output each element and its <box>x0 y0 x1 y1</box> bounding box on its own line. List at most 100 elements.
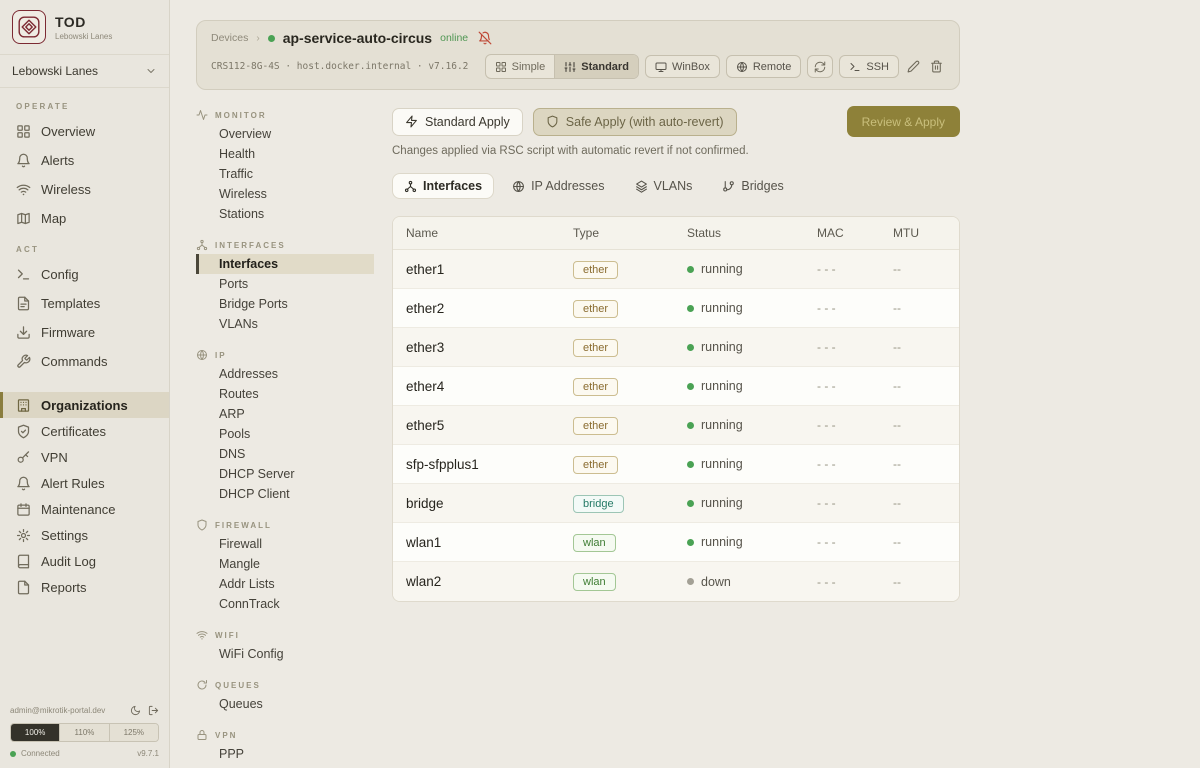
sidebar-item-alerts[interactable]: Alerts <box>0 146 169 175</box>
subnav-item-ports[interactable]: Ports <box>196 274 374 294</box>
sidebar-item-maintenance[interactable]: Maintenance <box>0 496 169 522</box>
wrench-icon <box>16 354 31 369</box>
subnav-item-conntrack[interactable]: ConnTrack <box>196 594 374 614</box>
table-row-ether2[interactable]: ether2etherrunning- - --- <box>393 289 959 328</box>
refresh-button[interactable] <box>807 55 833 78</box>
device-online-dot <box>268 35 275 42</box>
bell-off-icon <box>478 31 492 45</box>
sidebar-item-settings[interactable]: Settings <box>0 522 169 548</box>
ssh-button[interactable]: SSH <box>839 55 899 78</box>
table-row-bridge[interactable]: bridgebridgerunning- - --- <box>393 484 959 523</box>
zoom-option-110[interactable]: 110% <box>60 724 109 741</box>
subnav-item-bridge-ports[interactable]: Bridge Ports <box>196 294 374 314</box>
table-row-ether5[interactable]: ether5etherrunning- - --- <box>393 406 959 445</box>
subnav-item-ppp[interactable]: PPP <box>196 744 374 764</box>
table-row-wlan1[interactable]: wlan1wlanrunning- - --- <box>393 523 959 562</box>
tab-bridges[interactable]: Bridges <box>710 173 795 199</box>
book-icon <box>16 554 31 569</box>
interface-mtu: -- <box>893 340 959 354</box>
interface-mtu: -- <box>893 575 959 589</box>
sidebar-item-commands[interactable]: Commands <box>0 347 169 376</box>
table-row-ether4[interactable]: ether4etherrunning- - --- <box>393 367 959 406</box>
interface-mtu: -- <box>893 535 959 549</box>
edit-device-button[interactable] <box>905 58 922 75</box>
key-icon <box>16 450 31 465</box>
refresh-icon <box>814 61 826 73</box>
simple-view-button[interactable]: Simple <box>486 55 555 78</box>
notifications-muted-button[interactable] <box>478 31 492 45</box>
main-panel: Standard Apply Safe Apply (with auto-rev… <box>392 106 960 768</box>
interface-status-cell: running <box>687 379 817 393</box>
subnav-item-addresses[interactable]: Addresses <box>196 364 374 384</box>
sidebar-item-label: Maintenance <box>41 502 115 517</box>
subnav-item-arp[interactable]: ARP <box>196 404 374 424</box>
table-row-sfp-sfpplus1[interactable]: sfp-sfpplus1etherrunning- - --- <box>393 445 959 484</box>
zoom-option-125[interactable]: 125% <box>110 724 158 741</box>
winbox-button[interactable]: WinBox <box>645 55 720 78</box>
tab-interfaces[interactable]: Interfaces <box>392 173 494 199</box>
sidebar-item-certificates[interactable]: Certificates <box>0 418 169 444</box>
subnav-item-dhcp-client[interactable]: DHCP Client <box>196 484 374 504</box>
sidebar-item-label: Map <box>41 211 66 226</box>
subnav-item-mangle[interactable]: Mangle <box>196 554 374 574</box>
safe-apply-button[interactable]: Safe Apply (with auto-revert) <box>533 108 737 136</box>
subnav-item-wifi-config[interactable]: WiFi Config <box>196 644 374 664</box>
subnav-item-overview[interactable]: Overview <box>196 124 374 144</box>
sidebar-item-alert-rules[interactable]: Alert Rules <box>0 470 169 496</box>
subnav-item-routes[interactable]: Routes <box>196 384 374 404</box>
table-body: ether1etherrunning- - ---ether2etherrunn… <box>393 250 959 601</box>
sidebar-item-organizations[interactable]: Organizations <box>0 392 169 418</box>
subnav-section-label: FIREWALL <box>196 516 374 534</box>
tab-vlans[interactable]: VLANs <box>623 173 705 199</box>
sidebar-item-wireless[interactable]: Wireless <box>0 175 169 204</box>
subnav-item-addr-lists[interactable]: Addr Lists <box>196 574 374 594</box>
subnav-section-label: QUEUES <box>196 676 374 694</box>
subnav-item-wireless[interactable]: Wireless <box>196 184 374 204</box>
zoom-option-100[interactable]: 100% <box>11 724 60 741</box>
subnav-section-title: VPN <box>215 731 237 740</box>
file-text-icon <box>16 296 31 311</box>
subnav-item-dns[interactable]: DNS <box>196 444 374 464</box>
interface-name: wlan1 <box>406 535 573 550</box>
interface-status-cell: running <box>687 301 817 315</box>
sidebar-item-config[interactable]: Config <box>0 260 169 289</box>
table-row-ether1[interactable]: ether1etherrunning- - --- <box>393 250 959 289</box>
theme-toggle-icon[interactable] <box>130 705 141 716</box>
org-selector[interactable]: Lebowski Lanes <box>0 54 169 88</box>
review-apply-button[interactable]: Review & Apply <box>847 106 960 137</box>
sidebar-item-overview[interactable]: Overview <box>0 117 169 146</box>
subnav-item-interfaces[interactable]: Interfaces <box>196 254 374 274</box>
breadcrumb-devices[interactable]: Devices <box>211 32 248 44</box>
connection-status: Connected <box>10 749 60 758</box>
subnav-item-health[interactable]: Health <box>196 144 374 164</box>
interface-mac: - - - <box>817 340 893 354</box>
network-icon <box>196 239 208 251</box>
remote-button[interactable]: Remote <box>726 55 802 78</box>
subnav-item-firewall[interactable]: Firewall <box>196 534 374 554</box>
interface-status-label: down <box>701 575 731 589</box>
subnav-item-vlans[interactable]: VLANs <box>196 314 374 334</box>
delete-device-button[interactable] <box>928 58 945 75</box>
status-dot <box>687 266 694 273</box>
subnav-item-traffic[interactable]: Traffic <box>196 164 374 184</box>
standard-view-label: Standard <box>581 61 629 73</box>
standard-apply-button[interactable]: Standard Apply <box>392 108 523 136</box>
sidebar-item-label: Wireless <box>41 182 91 197</box>
table-row-ether3[interactable]: ether3etherrunning- - --- <box>393 328 959 367</box>
sidebar-item-vpn[interactable]: VPN <box>0 444 169 470</box>
device-name: ap-service-auto-circus <box>283 30 432 46</box>
subnav-item-stations[interactable]: Stations <box>196 204 374 224</box>
subnav-item-dhcp-server[interactable]: DHCP Server <box>196 464 374 484</box>
logout-icon[interactable] <box>148 705 159 716</box>
table-row-wlan2[interactable]: wlan2wlandown- - --- <box>393 562 959 601</box>
sidebar-item-reports[interactable]: Reports <box>0 574 169 600</box>
subnav-item-pools[interactable]: Pools <box>196 424 374 444</box>
sidebar-section-label: ACT <box>0 233 169 260</box>
sidebar-item-firmware[interactable]: Firmware <box>0 318 169 347</box>
sidebar-item-audit-log[interactable]: Audit Log <box>0 548 169 574</box>
sidebar-item-templates[interactable]: Templates <box>0 289 169 318</box>
sidebar-item-map[interactable]: Map <box>0 204 169 233</box>
tab-ip-addresses[interactable]: IP Addresses <box>500 173 616 199</box>
standard-view-button[interactable]: Standard <box>554 55 638 78</box>
subnav-item-queues[interactable]: Queues <box>196 694 374 714</box>
